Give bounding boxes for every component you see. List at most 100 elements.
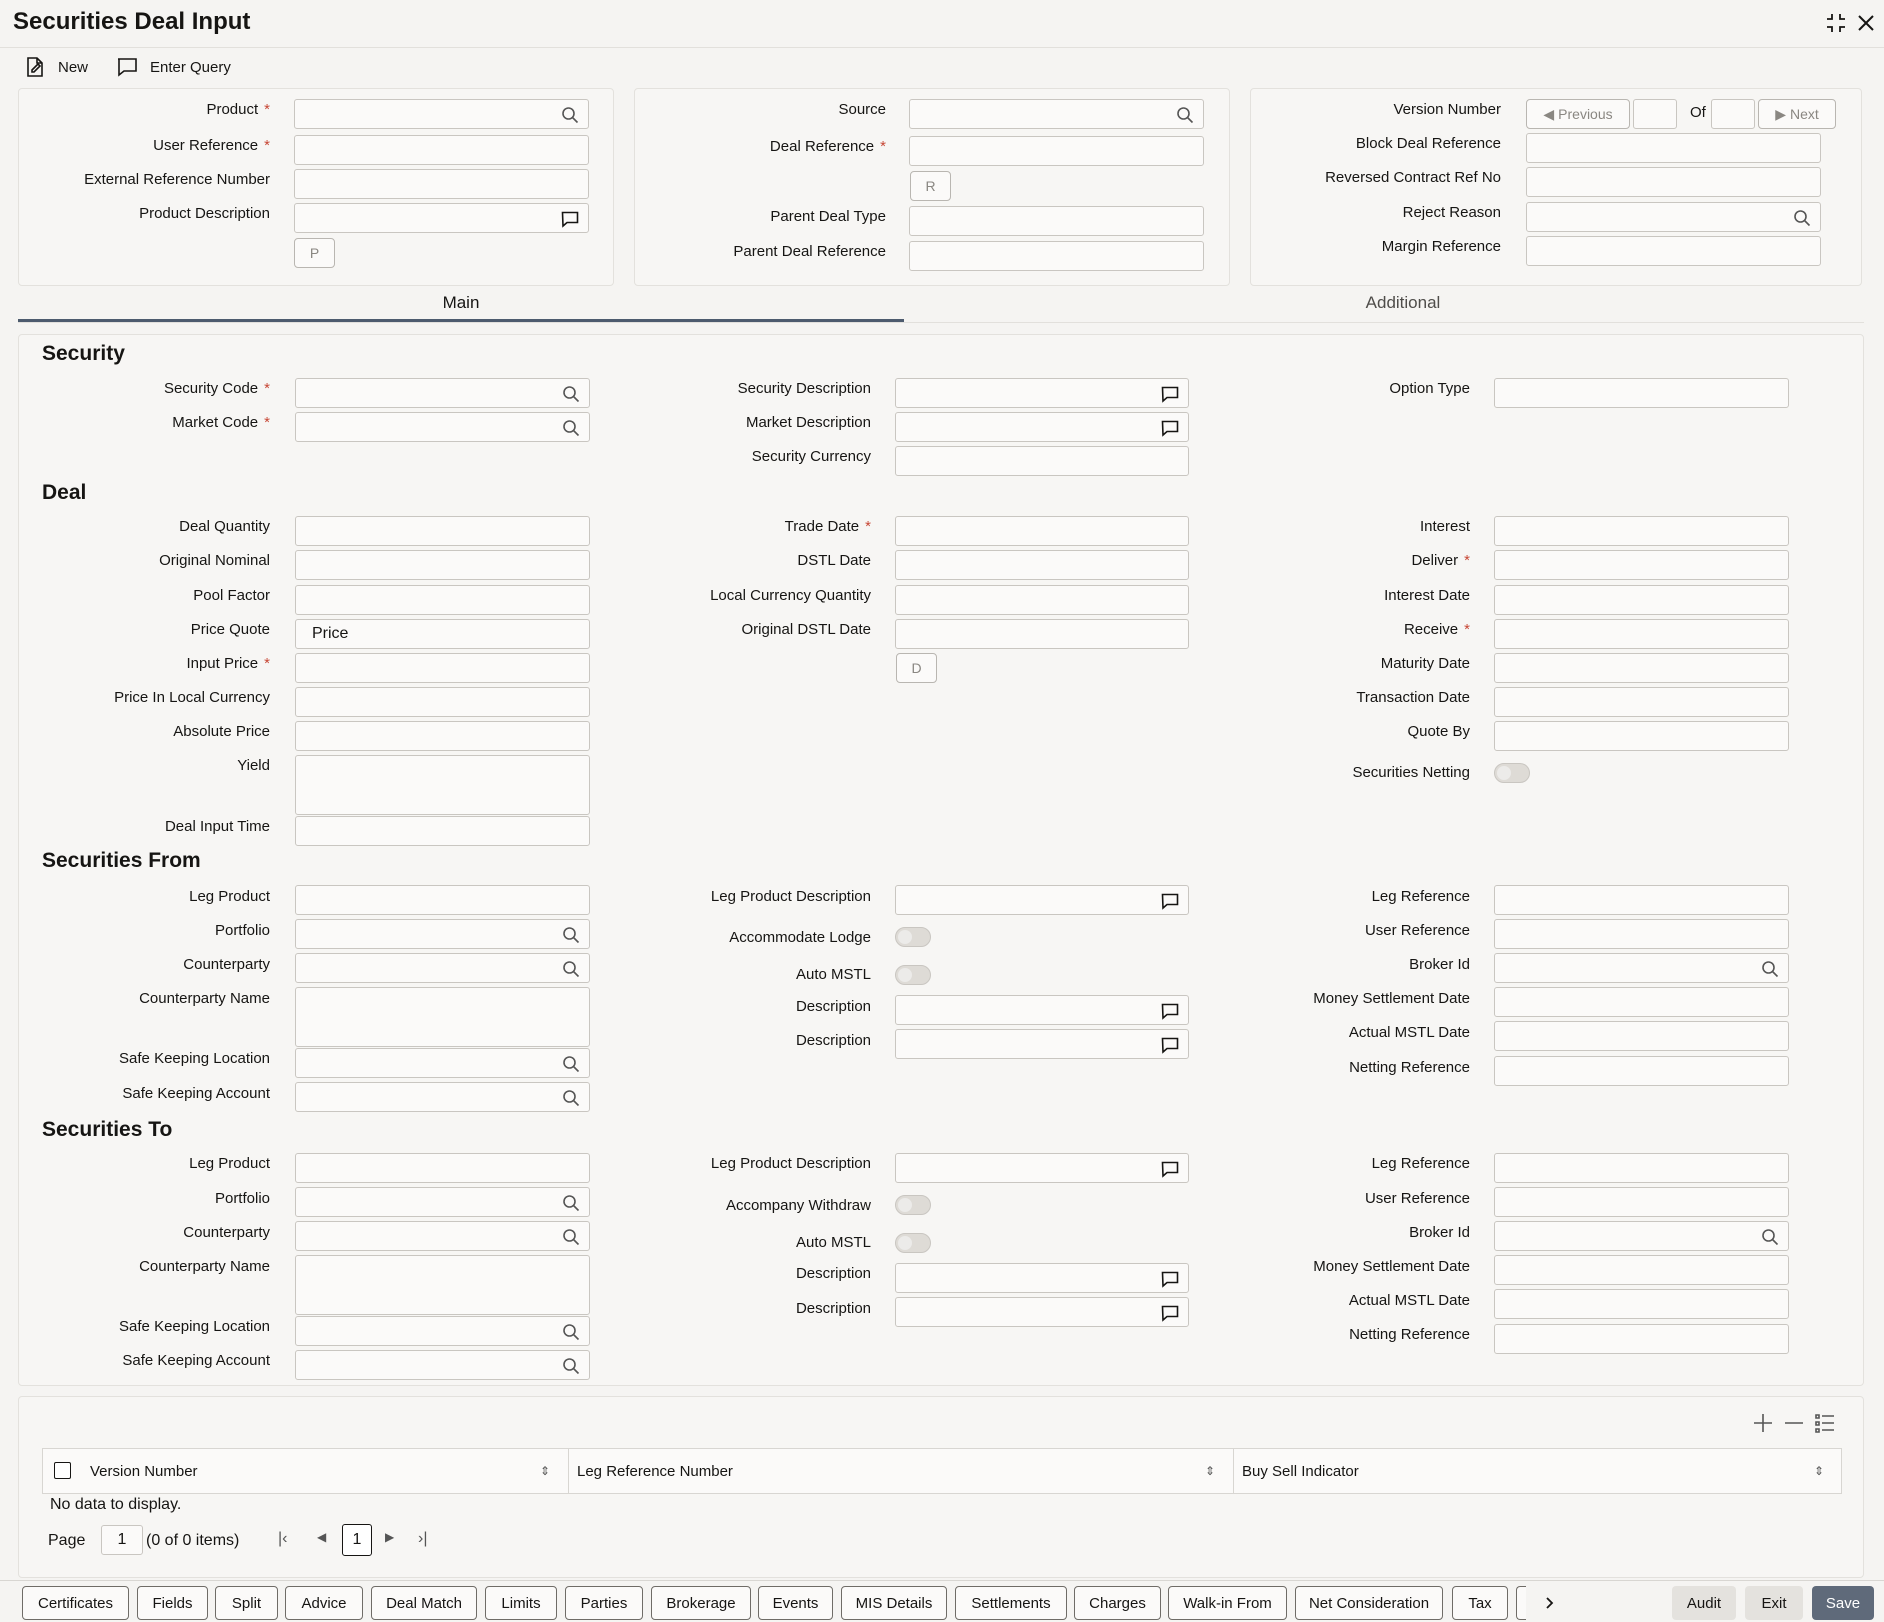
save-button[interactable]: Save: [1812, 1586, 1874, 1620]
transaction-date-input[interactable]: [1494, 687, 1789, 717]
search-icon[interactable]: [562, 419, 580, 437]
enter-query-button[interactable]: Enter Query: [116, 52, 231, 82]
current-page-button[interactable]: 1: [342, 1524, 372, 1556]
source-input[interactable]: [909, 99, 1204, 129]
price-local-input[interactable]: [295, 687, 590, 717]
to-description2-input[interactable]: [895, 1297, 1189, 1327]
comment-icon[interactable]: [1161, 1270, 1179, 1288]
search-icon[interactable]: [562, 1323, 580, 1341]
charges-button[interactable]: Charges: [1074, 1586, 1161, 1620]
settlements-button[interactable]: Settlements: [955, 1586, 1067, 1620]
to-leg-reference-input[interactable]: [1494, 1153, 1789, 1183]
user-reference-input[interactable]: [294, 135, 589, 165]
security-code-input[interactable]: [295, 378, 590, 408]
search-icon[interactable]: [562, 1089, 580, 1107]
accommodate-lodge-toggle[interactable]: [895, 927, 931, 947]
r-button[interactable]: R: [910, 171, 951, 201]
to-user-reference-input[interactable]: [1494, 1187, 1789, 1217]
deal-match-button[interactable]: Deal Match: [371, 1586, 477, 1620]
accompany-withdraw-toggle[interactable]: [895, 1195, 931, 1215]
search-icon[interactable]: [562, 1357, 580, 1375]
sort-icon[interactable]: ⇕: [1205, 1464, 1215, 1478]
from-auto-mstl-toggle[interactable]: [895, 965, 931, 985]
tab-additional[interactable]: Additional: [904, 293, 1884, 321]
product-description-input[interactable]: [294, 203, 589, 233]
comment-icon[interactable]: [1161, 1304, 1179, 1322]
more-buttons-clipped[interactable]: [1516, 1586, 1526, 1620]
to-description1-input[interactable]: [895, 1263, 1189, 1293]
to-counterparty-input[interactable]: [295, 1221, 590, 1251]
to-auto-mstl-toggle[interactable]: [895, 1233, 931, 1253]
from-portfolio-input[interactable]: [295, 919, 590, 949]
from-leg-product-description-input[interactable]: [895, 885, 1189, 915]
deal-quantity-input[interactable]: [295, 516, 590, 546]
mis-details-button[interactable]: MIS Details: [841, 1586, 947, 1620]
tab-main[interactable]: Main: [18, 293, 904, 321]
input-price-input[interactable]: [295, 653, 590, 683]
from-leg-reference-input[interactable]: [1494, 885, 1789, 915]
to-leg-product-input[interactable]: [295, 1153, 590, 1183]
close-icon[interactable]: [1852, 9, 1880, 37]
delete-row-icon[interactable]: [1780, 1409, 1808, 1437]
maturity-date-input[interactable]: [1494, 653, 1789, 683]
search-icon[interactable]: [562, 1055, 580, 1073]
search-icon[interactable]: [1761, 960, 1779, 978]
sort-icon[interactable]: ⇕: [540, 1464, 550, 1478]
split-button[interactable]: Split: [215, 1586, 278, 1620]
quote-by-input[interactable]: [1494, 721, 1789, 751]
search-icon[interactable]: [1761, 1228, 1779, 1246]
to-netting-reference-input[interactable]: [1494, 1324, 1789, 1354]
to-money-settlement-date-input[interactable]: [1494, 1255, 1789, 1285]
deal-reference-input[interactable]: [909, 136, 1204, 166]
dstl-date-input[interactable]: [895, 550, 1189, 580]
limits-button[interactable]: Limits: [485, 1586, 557, 1620]
to-portfolio-input[interactable]: [295, 1187, 590, 1217]
deal-input-time-input[interactable]: [295, 816, 590, 846]
to-safe-keeping-location-input[interactable]: [295, 1316, 590, 1346]
comment-icon[interactable]: [1161, 419, 1179, 437]
to-counterparty-name-input[interactable]: [295, 1255, 590, 1315]
advice-button[interactable]: Advice: [285, 1586, 363, 1620]
net-consideration-button[interactable]: Net Consideration: [1295, 1586, 1443, 1620]
search-icon[interactable]: [1793, 209, 1811, 227]
from-description2-input[interactable]: [895, 1029, 1189, 1059]
original-dstl-date-input[interactable]: [895, 619, 1189, 649]
comment-icon[interactable]: [561, 210, 579, 228]
interest-date-input[interactable]: [1494, 585, 1789, 615]
certificates-button[interactable]: Certificates: [22, 1586, 129, 1620]
p-button[interactable]: P: [294, 238, 335, 268]
walk-in-from-button[interactable]: Walk-in From: [1168, 1586, 1287, 1620]
parties-button[interactable]: Parties: [565, 1586, 643, 1620]
trade-date-input[interactable]: [895, 516, 1189, 546]
market-description-input[interactable]: [895, 412, 1189, 442]
from-leg-product-input[interactable]: [295, 885, 590, 915]
previous-button[interactable]: ◀ Previous: [1526, 99, 1630, 129]
from-description1-input[interactable]: [895, 995, 1189, 1025]
search-icon[interactable]: [562, 960, 580, 978]
column-header-leg-reference[interactable]: Leg Reference Number ⇕: [569, 1448, 1234, 1494]
from-safe-keeping-location-input[interactable]: [295, 1048, 590, 1078]
to-broker-id-input[interactable]: [1494, 1221, 1789, 1251]
security-currency-input[interactable]: [895, 446, 1189, 476]
list-view-icon[interactable]: [1811, 1409, 1839, 1437]
external-reference-input[interactable]: [294, 169, 589, 199]
security-description-input[interactable]: [895, 378, 1189, 408]
to-leg-product-description-input[interactable]: [895, 1153, 1189, 1183]
original-nominal-input[interactable]: [295, 550, 590, 580]
next-button[interactable]: ▶ Next: [1758, 99, 1836, 129]
prev-page-icon[interactable]: ◀: [317, 1530, 326, 1544]
deliver-input[interactable]: [1494, 550, 1789, 580]
reject-reason-input[interactable]: [1526, 202, 1821, 232]
version-current-input[interactable]: [1633, 99, 1677, 129]
select-all-checkbox[interactable]: [54, 1462, 71, 1479]
from-money-settlement-date-input[interactable]: [1494, 987, 1789, 1017]
comment-icon[interactable]: [1161, 1002, 1179, 1020]
parent-deal-type-input[interactable]: [909, 206, 1204, 236]
comment-icon[interactable]: [1161, 1036, 1179, 1054]
receive-input[interactable]: [1494, 619, 1789, 649]
search-icon[interactable]: [562, 1194, 580, 1212]
tax-button[interactable]: Tax: [1452, 1586, 1508, 1620]
events-button[interactable]: Events: [758, 1586, 833, 1620]
sort-icon[interactable]: ⇕: [1814, 1464, 1824, 1478]
margin-reference-input[interactable]: [1526, 236, 1821, 266]
